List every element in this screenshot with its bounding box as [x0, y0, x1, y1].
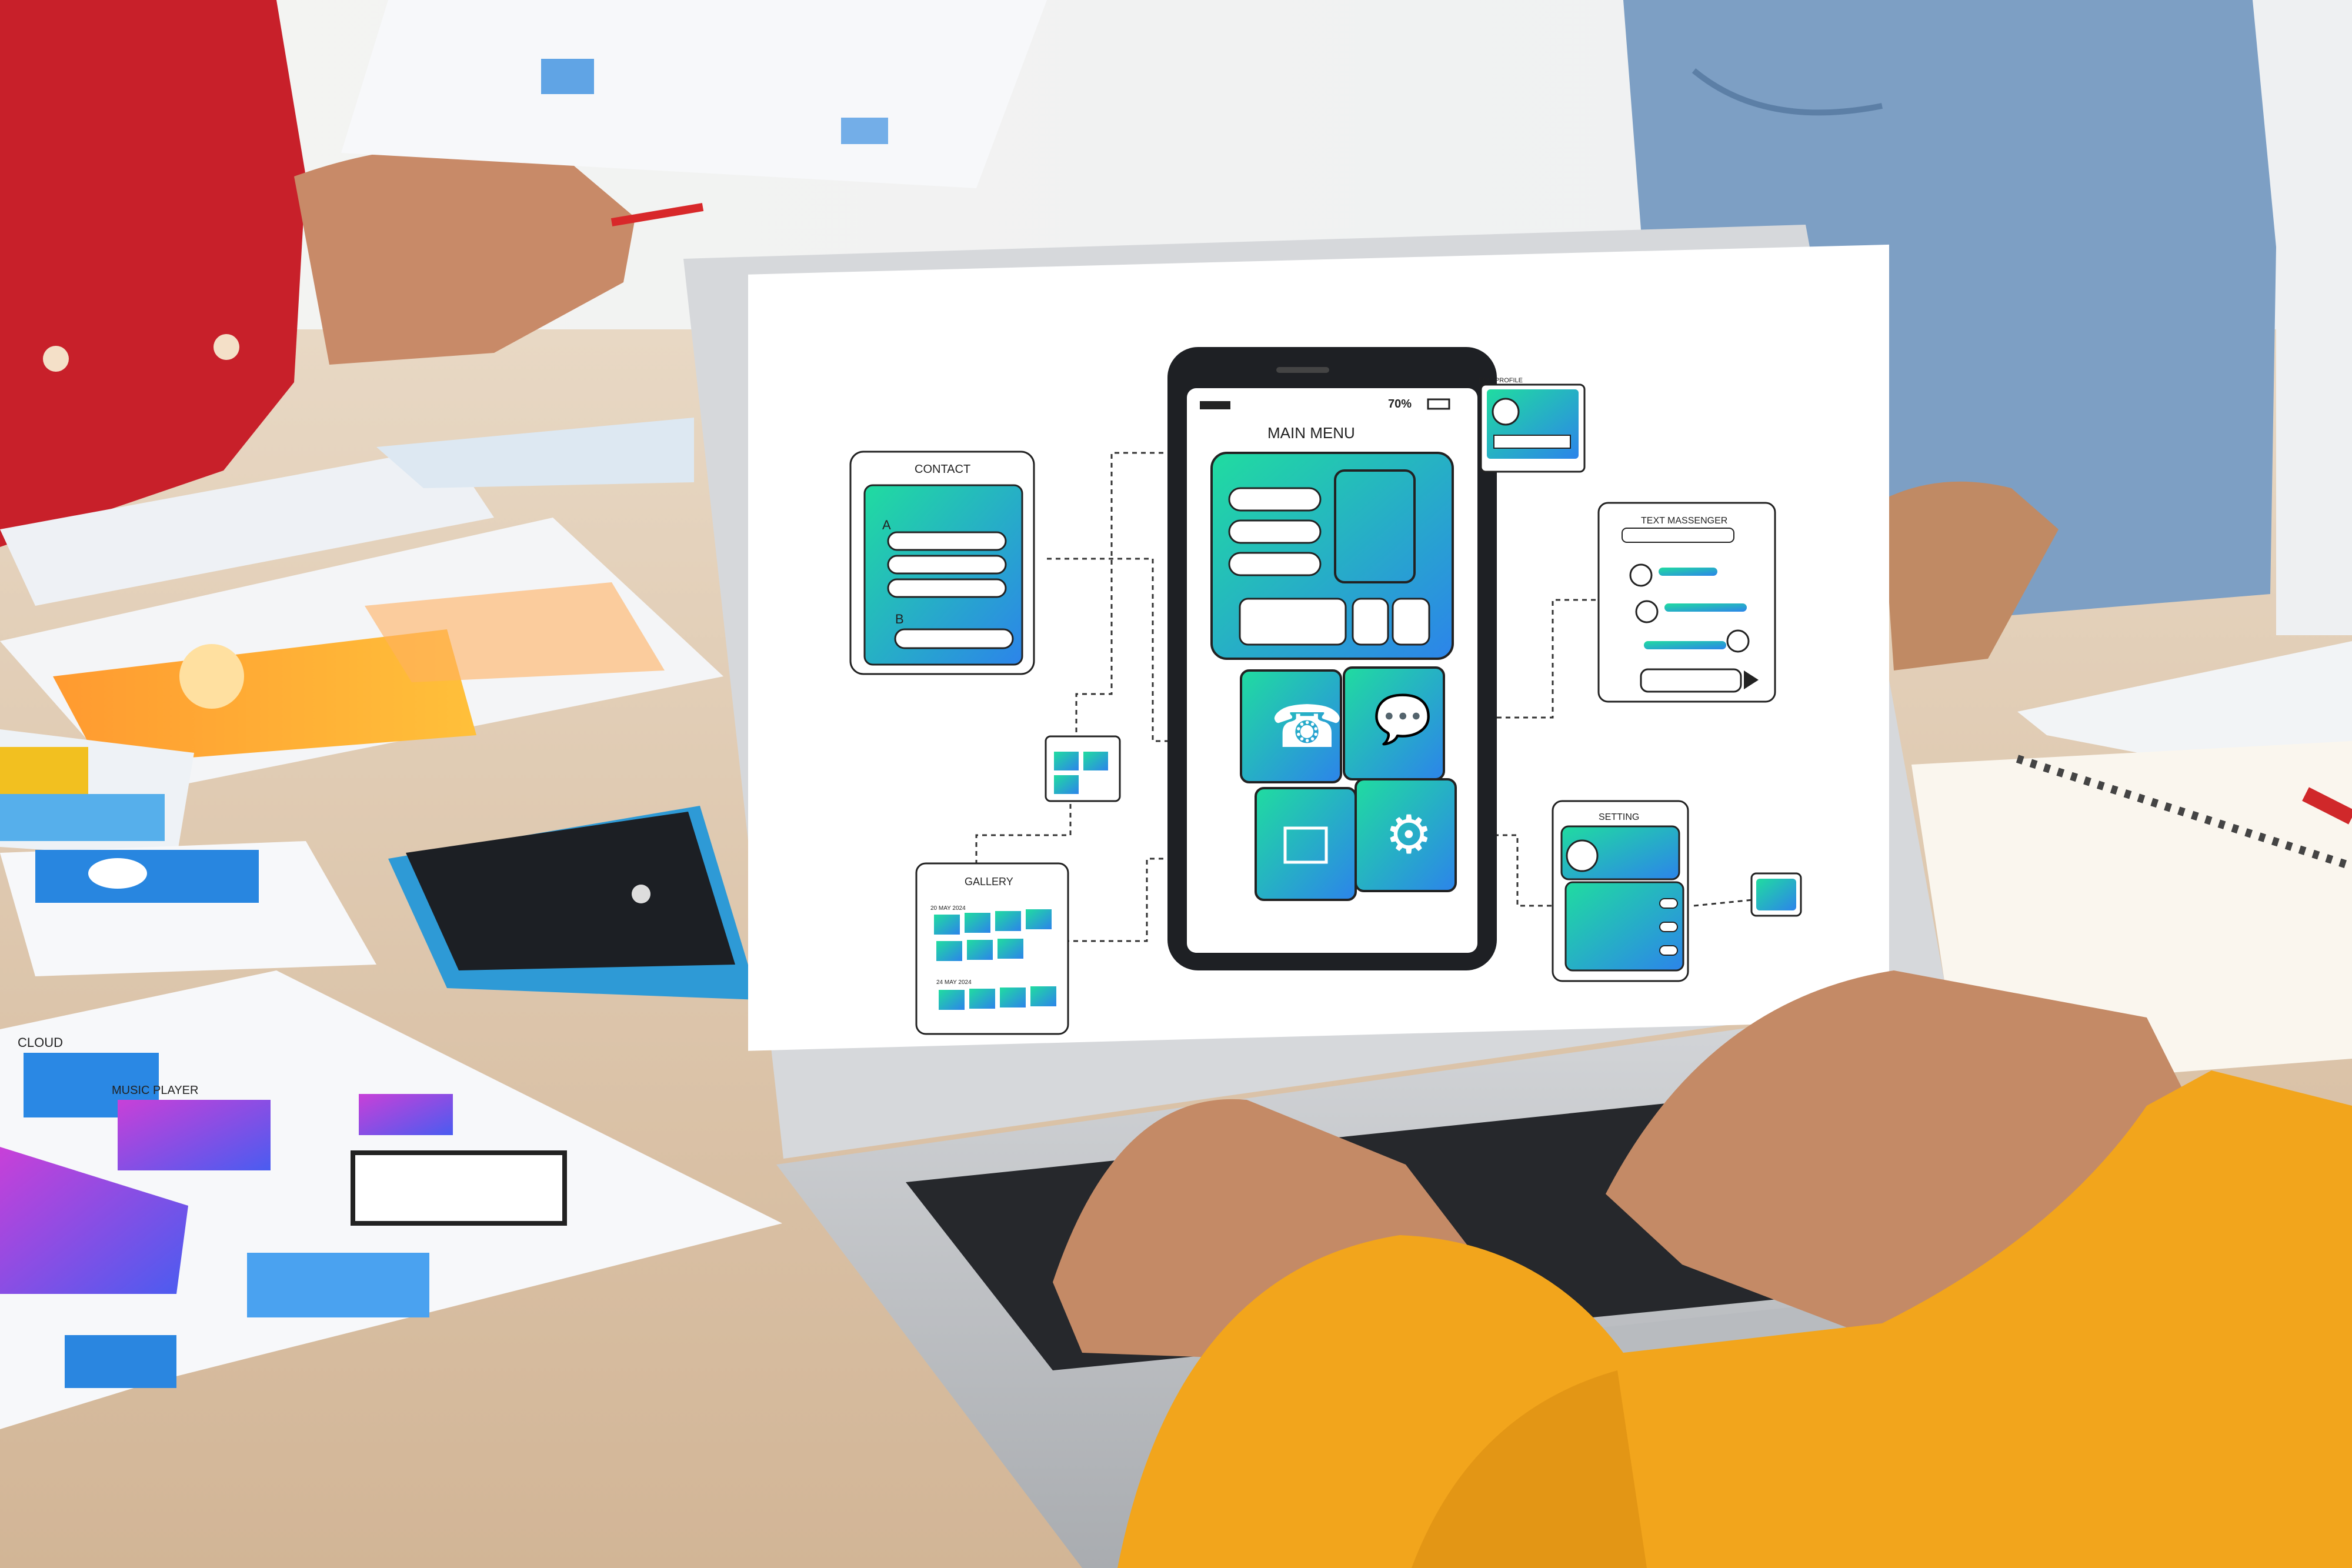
main-menu-phone: 70% MAIN MENU ☎ 💬 ⚙ — [1167, 347, 1497, 970]
battery-percentage: 70% — [1388, 398, 1412, 411]
desk-paper-cloud-label: CLOUD — [18, 1035, 63, 1050]
avatar — [1566, 839, 1599, 872]
contact-card: CONTACT A B — [849, 451, 1035, 675]
toggle-switch — [1659, 945, 1678, 956]
gallery-date-2: 24 MAY 2024 — [936, 979, 972, 986]
user-icon — [1726, 629, 1750, 653]
main-menu-title: MAIN MENU — [1267, 424, 1355, 442]
held-paper-sketch — [841, 118, 888, 144]
gallery-tile — [1255, 787, 1357, 901]
contact-row — [887, 578, 1007, 598]
gear-icon: ⚙ — [1385, 804, 1433, 866]
right-wall-strip — [2276, 0, 2352, 635]
menu-pill — [1228, 487, 1322, 512]
desk-paper-music-player-label: MUSIC PLAYER — [112, 1084, 198, 1097]
menu-small-button — [1352, 598, 1389, 646]
held-paper-sketch — [541, 59, 594, 94]
contact-row — [887, 531, 1007, 551]
toggle-switch — [1659, 922, 1678, 932]
avatar-icon — [1492, 398, 1520, 426]
contact-row — [887, 555, 1007, 575]
contact-row — [894, 628, 1014, 649]
menu-small-button — [1392, 598, 1430, 646]
contact-section-a: A — [882, 518, 891, 532]
edit-profile-title: EDIT PROFILE — [1479, 377, 1523, 384]
menu-pill — [1228, 552, 1322, 576]
gallery-widget — [1045, 735, 1121, 802]
user-icon — [1629, 563, 1653, 587]
toggle-widget — [1750, 872, 1802, 917]
phone-icon: ☎ — [1270, 692, 1344, 761]
contact-title: CONTACT — [915, 463, 970, 476]
menu-pill — [1228, 519, 1322, 544]
menu-wide-button — [1239, 598, 1347, 646]
text-messenger-card: TEXT MASSENGER — [1597, 502, 1776, 703]
photo-scene: CLOUD MUSIC PLAYER 70% MAIN MENU ☎ 💬 ⚙ E… — [0, 0, 2352, 1568]
setting-card: SETTING — [1552, 800, 1689, 982]
gallery-date-1: 20 MAY 2024 — [930, 905, 966, 912]
setting-title: SETTING — [1599, 812, 1639, 822]
chat-icon: 💬 — [1373, 692, 1432, 746]
user-icon — [1635, 600, 1659, 623]
gallery-card: GALLERY 20 MAY 2024 24 MAY 2024 — [915, 862, 1069, 1035]
shirt-button — [213, 334, 239, 360]
gallery-title: GALLERY — [965, 876, 1013, 888]
contact-section-b: B — [895, 612, 904, 626]
text-messenger-title: TEXT MASSENGER — [1641, 516, 1727, 526]
edit-profile-card: EDIT PROFILE — [1479, 377, 1586, 473]
toggle-switch — [1659, 898, 1678, 909]
shirt-button — [43, 346, 69, 372]
